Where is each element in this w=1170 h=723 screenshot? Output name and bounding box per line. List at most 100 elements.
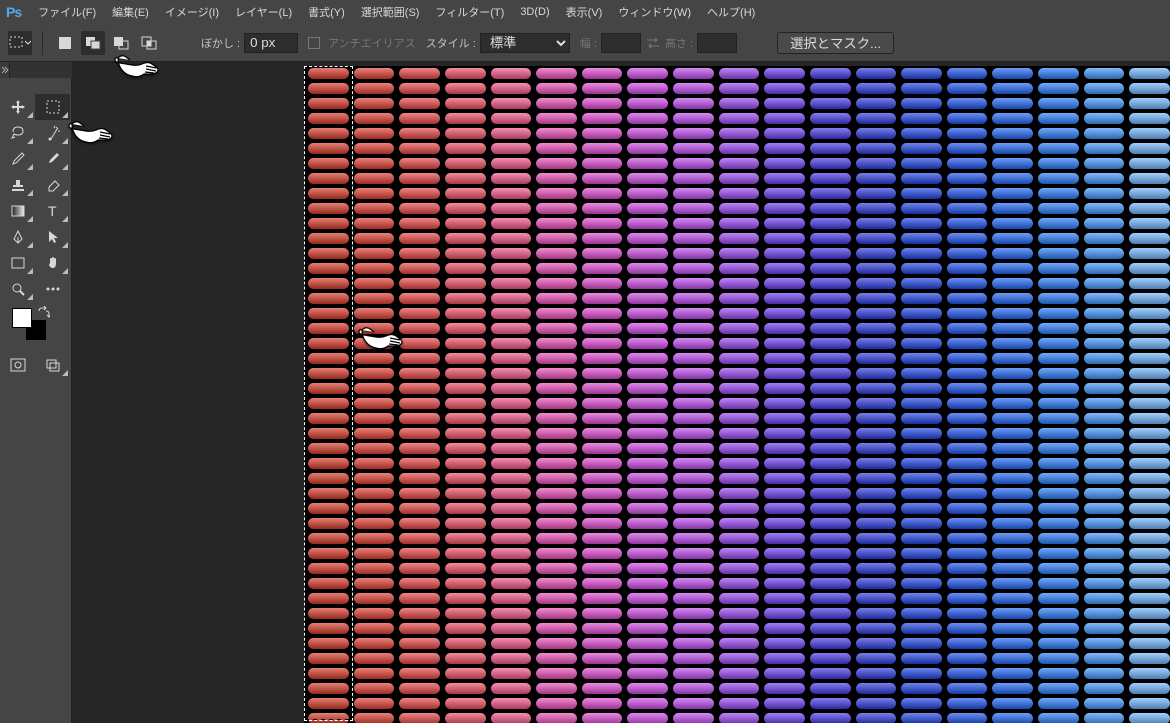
pattern-pill (1084, 488, 1125, 499)
pattern-pill (719, 713, 760, 723)
hand-icon (45, 255, 61, 271)
tool-eyedropper[interactable] (0, 146, 35, 172)
pattern-pill (810, 683, 851, 694)
pattern-pill (673, 128, 714, 139)
menu-image[interactable]: イメージ(I) (158, 1, 226, 23)
pattern-pill (536, 278, 577, 289)
pattern-pill (719, 263, 760, 274)
width-input (601, 33, 641, 53)
pattern-pill (856, 383, 897, 394)
pattern-pill (992, 263, 1033, 274)
tool-path-select[interactable] (35, 224, 70, 250)
pattern-pill (992, 368, 1033, 379)
tool-clone-stamp[interactable] (0, 172, 35, 198)
pattern-pill (354, 548, 395, 559)
selop-subtract[interactable] (109, 31, 133, 55)
menu-window[interactable]: ウィンドウ(W) (611, 1, 698, 23)
tool-quick-select[interactable] (35, 120, 70, 146)
pattern-pill (673, 473, 714, 484)
pattern-pill (1084, 188, 1125, 199)
pattern-pill (901, 608, 942, 619)
pattern-pill (810, 488, 851, 499)
menu-file[interactable]: ファイル(F) (31, 1, 103, 23)
pattern-pill (673, 98, 714, 109)
feather-input[interactable] (244, 33, 298, 53)
pattern-pill (536, 533, 577, 544)
pattern-pill (536, 668, 577, 679)
color-swatches[interactable] (0, 302, 71, 346)
menu-3d[interactable]: 3D(D) (513, 3, 556, 21)
tool-zoom[interactable] (0, 276, 35, 302)
pattern-pill (673, 593, 714, 604)
document-canvas[interactable] (304, 66, 1170, 723)
selop-add[interactable] (81, 31, 105, 55)
menu-view[interactable]: 表示(V) (559, 1, 610, 23)
pattern-pill (764, 128, 805, 139)
pattern-pill (354, 113, 395, 124)
tool-move[interactable] (0, 94, 35, 120)
pattern-pill (536, 308, 577, 319)
pattern-pill (491, 353, 532, 364)
pattern-pill (947, 203, 988, 214)
quick-mask-toggle[interactable] (0, 352, 35, 378)
screen-mode-button[interactable] (35, 352, 70, 378)
pattern-pill (399, 173, 440, 184)
menu-layer[interactable]: レイヤー(L) (228, 1, 299, 23)
tool-eraser[interactable] (35, 172, 70, 198)
pattern-pill (1084, 698, 1125, 709)
pattern-pill (810, 593, 851, 604)
tool-hand[interactable] (35, 250, 70, 276)
tool-gradient[interactable] (0, 198, 35, 224)
tool-type[interactable]: T (35, 198, 70, 224)
tool-brush[interactable] (35, 146, 70, 172)
swap-colors-icon[interactable] (38, 306, 50, 318)
tool-preset-button[interactable] (8, 31, 32, 55)
pattern-pill (992, 638, 1033, 649)
pattern-pill (901, 68, 942, 79)
tool-marquee[interactable] (35, 94, 70, 120)
menu-filter[interactable]: フィルター(T) (428, 1, 511, 23)
pattern-pill (445, 278, 486, 289)
pattern-pill (764, 188, 805, 199)
pattern-pill (1038, 578, 1079, 589)
pattern-pill (308, 293, 349, 304)
select-mask-button[interactable]: 選択とマスク... (777, 32, 894, 54)
selop-new[interactable] (53, 31, 77, 55)
pattern-pill (947, 488, 988, 499)
pattern-pill (445, 668, 486, 679)
pattern-pill (1038, 383, 1079, 394)
pattern-pill (627, 83, 668, 94)
pattern-pill (536, 158, 577, 169)
pattern-pill (627, 593, 668, 604)
tool-pen[interactable] (0, 224, 35, 250)
style-select[interactable]: 標準 (480, 33, 570, 53)
pattern-pill (947, 398, 988, 409)
panel-collapse-tab[interactable] (0, 62, 10, 78)
pattern-pill (627, 398, 668, 409)
toolbox: T (0, 78, 72, 723)
pattern-pill (536, 83, 577, 94)
menu-help[interactable]: ヘルプ(H) (700, 1, 762, 23)
pattern-pill (354, 293, 395, 304)
pattern-pill (445, 218, 486, 229)
tool-shape[interactable] (0, 250, 35, 276)
tool-lasso[interactable] (0, 120, 35, 146)
pattern-pill (354, 263, 395, 274)
pattern-pill (1129, 68, 1170, 79)
selop-intersect[interactable] (137, 31, 161, 55)
foreground-swatch[interactable] (12, 308, 32, 328)
menu-select[interactable]: 選択範囲(S) (354, 1, 427, 23)
pattern-pill (354, 308, 395, 319)
pattern-row (304, 711, 1170, 723)
menu-type[interactable]: 書式(Y) (301, 1, 352, 23)
pattern-pill (445, 173, 486, 184)
pattern-pill (1129, 338, 1170, 349)
menu-edit[interactable]: 編集(E) (105, 1, 156, 23)
tool-edit-toolbar[interactable] (35, 276, 70, 302)
pattern-pill (582, 563, 623, 574)
pattern-pill (582, 83, 623, 94)
pattern-pill (399, 458, 440, 469)
pattern-pill (445, 503, 486, 514)
pattern-pill (673, 428, 714, 439)
pattern-pill (491, 398, 532, 409)
